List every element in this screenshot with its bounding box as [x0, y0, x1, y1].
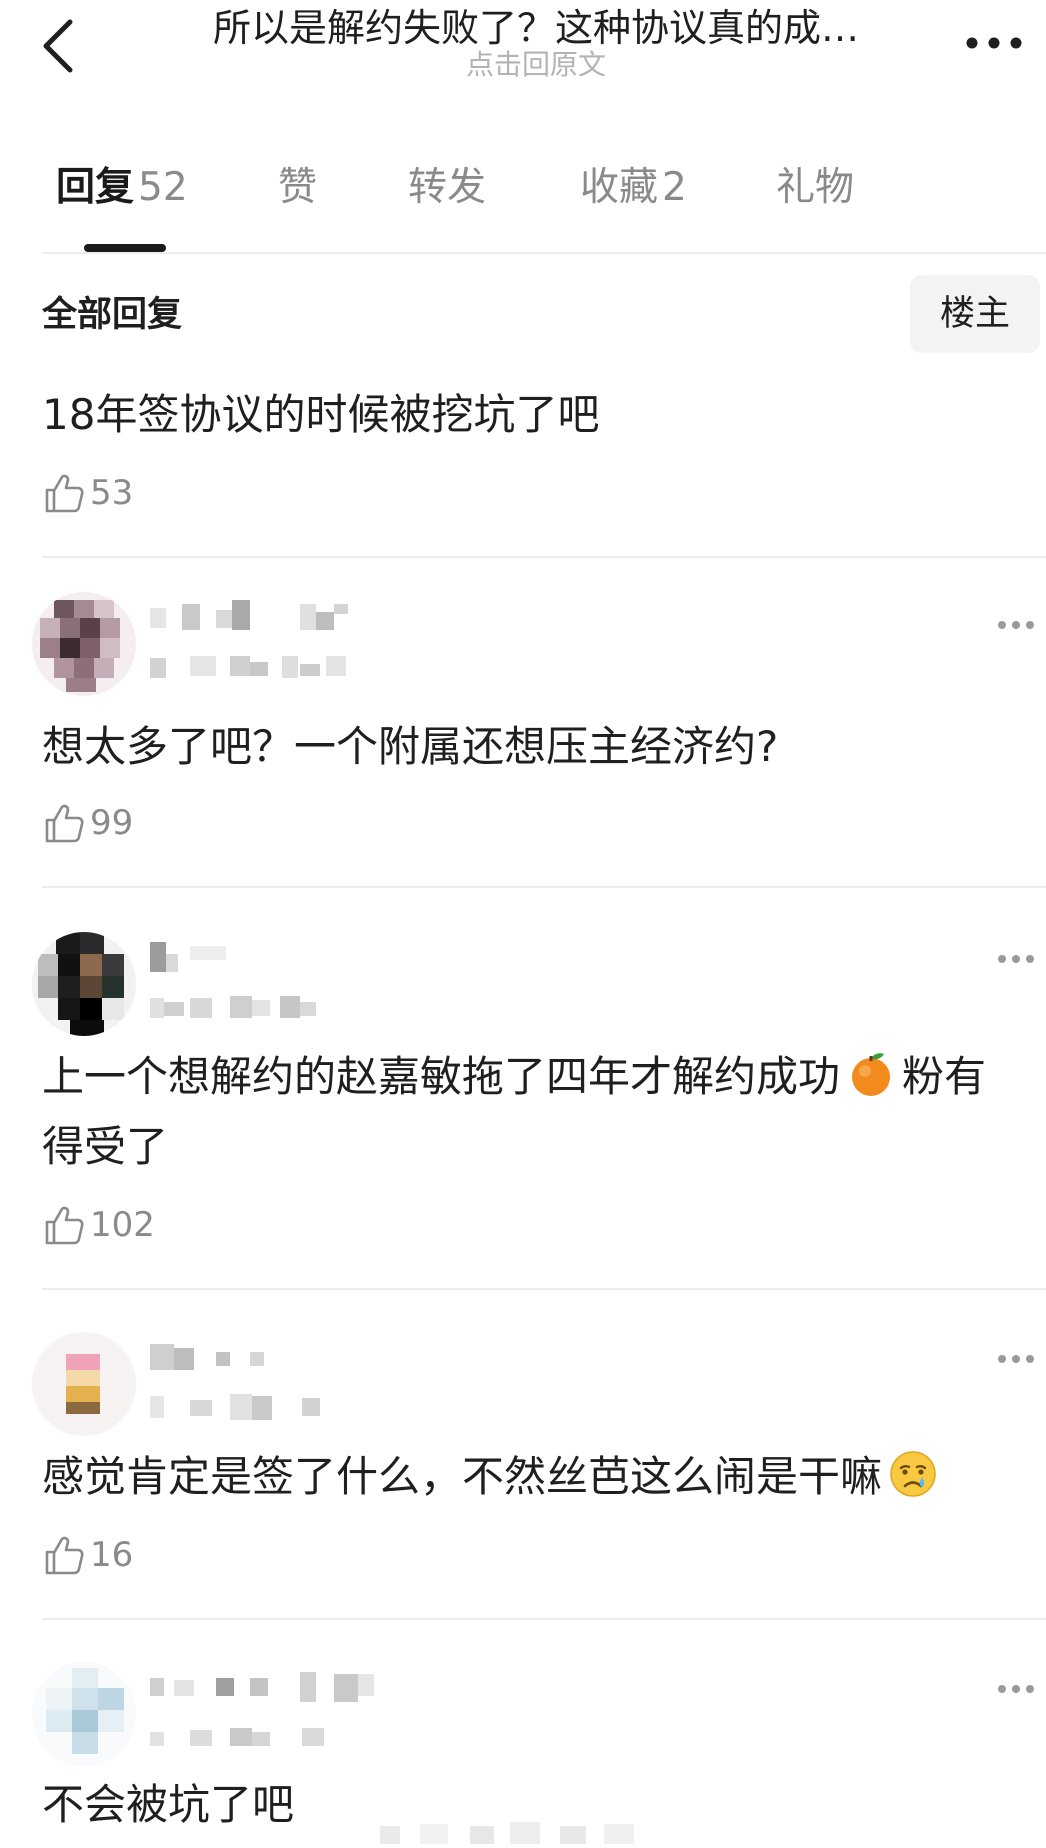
like-button[interactable]: 16: [42, 1530, 133, 1580]
tab-label: 礼物: [776, 165, 855, 210]
tab-label: 收藏: [580, 165, 659, 210]
pixelated-meta: [150, 1728, 324, 1746]
pixelated-avatar: [32, 1332, 136, 1436]
comment-more-button[interactable]: [994, 1674, 1038, 1704]
like-button[interactable]: 99: [42, 798, 133, 848]
like-button[interactable]: 102: [42, 1200, 155, 1250]
like-count: 16: [90, 1535, 134, 1575]
comment-text-part: 上一个想解约的赵嘉敏拖了四年才解约成功: [42, 1052, 841, 1101]
op-only-filter-button[interactable]: 楼主: [910, 275, 1040, 353]
comment-text: 想太多了吧？一个附属还想压主经济约?: [42, 722, 779, 771]
comment-meta: [150, 992, 360, 1022]
username[interactable]: [150, 1670, 390, 1706]
page-title: 所以是解约失败了？这种协议真的成…: [212, 6, 859, 50]
pixelated-meta: [150, 996, 316, 1018]
tabs-divider: [42, 252, 1046, 254]
more-dots-icon: [998, 1355, 1034, 1363]
comment-meta: [150, 1722, 360, 1752]
tab-favorites[interactable]: 收藏 2: [580, 160, 687, 216]
tab-label: 回复: [56, 165, 135, 210]
comment-meta: [150, 1392, 360, 1422]
thumbs-up-icon: [45, 1536, 84, 1575]
comment-divider: [42, 886, 1046, 888]
pixelated-meta: [150, 1394, 320, 1420]
crying-face-emoji-icon: [888, 1449, 938, 1499]
tab-reposts[interactable]: 转发: [408, 160, 486, 216]
pixelated-avatar: [32, 932, 136, 1036]
pixelated-username: [150, 1672, 374, 1702]
comment-divider: [42, 556, 1046, 558]
comment-divider: [42, 1288, 1046, 1290]
comment-more-button[interactable]: [994, 1344, 1038, 1374]
tab-label: 转发: [408, 165, 487, 210]
comment-more-button[interactable]: [994, 944, 1038, 974]
pixelated-username: [150, 600, 348, 630]
like-count: 102: [90, 1205, 155, 1245]
thumbs-up-icon: [45, 1206, 84, 1245]
tab-likes[interactable]: 赞: [278, 160, 317, 216]
pixelated-avatar: [32, 592, 136, 696]
tab-label: 赞: [278, 165, 318, 210]
like-count: 99: [90, 803, 134, 843]
pixelated-avatar: [32, 1662, 136, 1766]
more-button[interactable]: [960, 18, 1028, 68]
pixelated-meta: [150, 656, 346, 678]
chevron-left-icon: [43, 19, 73, 73]
comment-text: 18年签协议的时候被挖坑了吧: [42, 390, 600, 439]
comment-text: 感觉肯定是签了什么，不然丝芭这么闹是干嘛: [42, 1442, 1032, 1512]
more-dots-icon: [998, 1685, 1034, 1693]
tab-gifts[interactable]: 礼物: [776, 160, 854, 216]
comment-more-button[interactable]: [994, 610, 1038, 640]
avatar[interactable]: [32, 932, 136, 1036]
thumbs-up-icon: [45, 804, 84, 843]
comment-text-part: 感觉肯定是签了什么，不然丝芭这么闹是干嘛: [42, 1452, 883, 1501]
back-button[interactable]: [38, 8, 86, 84]
username[interactable]: [150, 1340, 390, 1376]
like-count: 53: [90, 473, 134, 513]
more-dots-icon: [998, 955, 1034, 963]
avatar[interactable]: [32, 1662, 136, 1766]
pixelated-username: [150, 942, 226, 972]
comment-text: 上一个想解约的赵嘉敏拖了四年才解约成功 粉有得受了: [42, 1042, 1022, 1182]
tab-replies[interactable]: 回复 52: [56, 160, 188, 216]
tab-count: 52: [138, 165, 188, 210]
orange-emoji-icon: [846, 1049, 896, 1099]
comment-divider: [42, 1618, 1046, 1620]
back-to-original-link[interactable]: 点击回原文: [120, 48, 952, 82]
avatar[interactable]: [32, 592, 136, 696]
active-tab-indicator: [84, 244, 166, 252]
tab-bar: 回复 52 赞 转发 收藏 2 礼物: [0, 150, 1046, 254]
more-dots-icon: [966, 37, 1022, 49]
navigation-bar: 所以是解约失败了？这种协议真的成… 点击回原文: [0, 0, 1046, 110]
tab-count: 2: [662, 165, 687, 210]
pixelated-footer-text: [380, 1820, 680, 1848]
username[interactable]: [150, 600, 390, 636]
all-replies-heading: 全部回复: [42, 295, 183, 335]
like-button[interactable]: 53: [42, 468, 133, 518]
pixelated-username: [150, 1344, 264, 1370]
thumbs-up-icon: [45, 474, 84, 513]
comment-page: 所以是解约失败了？这种协议真的成… 点击回原文 回复 52 赞 转发 收藏 2 礼物: [0, 0, 1046, 1848]
username[interactable]: [150, 940, 390, 976]
more-dots-icon: [998, 621, 1034, 629]
comment-meta: [150, 652, 360, 682]
avatar[interactable]: [32, 1332, 136, 1436]
